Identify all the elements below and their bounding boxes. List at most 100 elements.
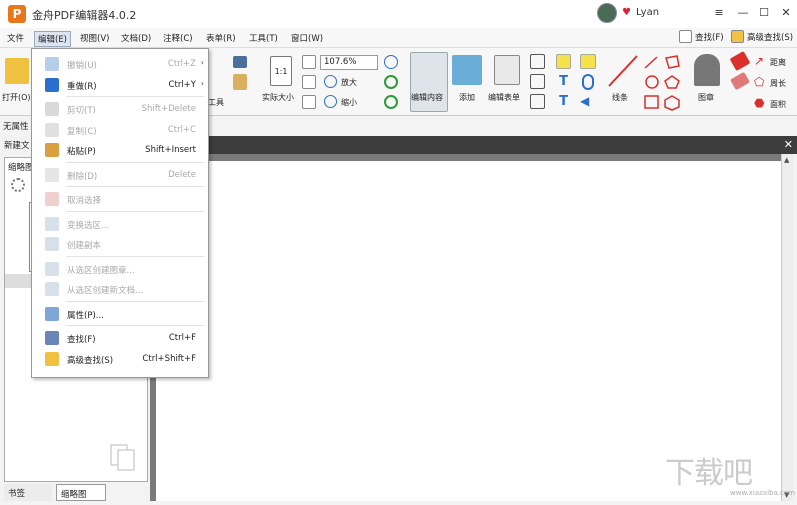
menu-item-shortcut: Ctrl+Z	[167, 59, 196, 69]
perimeter-icon[interactable]: ⬠	[754, 75, 768, 89]
menu-item-label: 创建副本	[67, 241, 102, 251]
area-label[interactable]: 面积	[770, 99, 786, 110]
gear-icon[interactable]	[11, 178, 25, 192]
text-box-icon[interactable]	[530, 74, 545, 89]
submenu-arrow-icon: ›	[200, 58, 204, 67]
zoom-in-label[interactable]: 放大	[341, 77, 357, 88]
callout-icon[interactable]	[530, 94, 545, 109]
camera-icon[interactable]	[233, 56, 247, 68]
open-button-label[interactable]: 打开(O)	[2, 92, 31, 103]
text-field-icon[interactable]	[530, 54, 545, 69]
menu-file[interactable]: 文件	[4, 31, 27, 45]
copy-icon	[45, 122, 59, 137]
menu-document[interactable]: 文档(D)	[118, 31, 154, 45]
zoom-out-label[interactable]: 缩小	[341, 97, 357, 108]
watermark-url: www.xiazaiba.com	[730, 489, 795, 497]
actual-size-label[interactable]: 实际大小	[262, 92, 294, 103]
underline-text-icon[interactable]: T	[556, 94, 571, 109]
add-label[interactable]: 添加	[459, 92, 475, 103]
edit-menu-item[interactable]: 属性(P)...	[32, 304, 208, 324]
edit-menu-item: 剪切(T) Shift+Delete	[32, 99, 208, 119]
distance-icon[interactable]: ↗	[754, 54, 768, 68]
tool-label[interactable]: 工具	[208, 97, 224, 108]
user-avatar[interactable]	[597, 3, 617, 23]
add-image-icon[interactable]	[452, 55, 482, 85]
zoom-out-icon[interactable]	[324, 95, 337, 108]
area-icon[interactable]: ⬣	[754, 96, 768, 110]
minimize-button[interactable]: —	[735, 5, 751, 21]
advanced-find-icon	[45, 351, 59, 366]
close-tab-icon[interactable]: ✕	[784, 138, 793, 151]
edit-menu-item[interactable]: 重做(R) Ctrl+Y ›	[32, 75, 208, 95]
edit-menu-item: 取消选择	[32, 189, 208, 209]
menu-edit[interactable]: 编辑(E)	[34, 31, 72, 47]
undo-icon	[45, 57, 59, 71]
edit-content-button[interactable]	[410, 52, 448, 112]
menu-comment[interactable]: 注释(C)	[160, 31, 196, 45]
rotate-left-icon[interactable]	[384, 75, 398, 89]
menu-item-label: 从选区创建图章...	[67, 265, 135, 276]
advanced-find-button[interactable]: 高级查找(S)	[731, 30, 793, 43]
shape-tools-left[interactable]	[643, 54, 661, 112]
menu-form[interactable]: 表单(R)	[203, 31, 239, 45]
edit-menu-item[interactable]: 粘贴(P) Shift+Insert	[32, 140, 208, 160]
edit-menu-item: 复制(C) Ctrl+C	[32, 120, 208, 140]
stamp-icon[interactable]	[694, 54, 720, 86]
user-name[interactable]: Lyan	[636, 7, 659, 18]
trash-icon	[45, 167, 59, 182]
sticky-note-icon[interactable]	[580, 54, 596, 69]
menu-item-shortcut: Ctrl+Shift+F	[142, 353, 196, 364]
redo-icon	[45, 77, 59, 92]
fit-width-icon[interactable]	[302, 55, 316, 69]
zoom-select[interactable]: 107.6%	[320, 55, 378, 70]
edit-menu-item[interactable]: 高级查找(S) Ctrl+Shift+F	[32, 349, 208, 369]
zoom-in-icon[interactable]	[324, 75, 337, 88]
maximize-button[interactable]: ☐	[756, 5, 772, 21]
fit-visible-icon[interactable]	[302, 95, 316, 109]
bookmarks-tab[interactable]: 书签	[4, 484, 52, 501]
highlight-text-icon[interactable]	[556, 54, 571, 69]
edit-form-label[interactable]: 编辑表单	[488, 92, 520, 103]
menu-item-shortcut: Ctrl+Y	[168, 79, 196, 90]
actual-size-icon[interactable]: 1:1	[270, 56, 292, 86]
magnify-icon[interactable]	[384, 55, 398, 69]
properties-icon	[45, 306, 59, 321]
attachment-icon[interactable]	[582, 74, 594, 90]
menu-bar: 文件 编辑(E) 视图(V) 文档(D) 注释(C) 表单(R) 工具(T) 窗…	[0, 28, 797, 48]
menu-view[interactable]: 视图(V)	[77, 31, 112, 45]
distance-label[interactable]: 距离	[770, 57, 786, 68]
menu-item-shortcut: Shift+Delete	[141, 104, 196, 114]
edit-menu-item: 删除(D) Delete	[32, 165, 208, 185]
menu-window[interactable]: 窗口(W)	[288, 31, 326, 45]
scroll-up-icon[interactable]: ▲	[784, 156, 789, 164]
strikeout-text-icon[interactable]: T	[556, 74, 571, 89]
line-label[interactable]: 线条	[612, 92, 628, 103]
submenu-arrow-icon: ›	[200, 78, 204, 88]
menu-separator	[66, 325, 204, 326]
menu-separator	[66, 161, 204, 163]
edit-form-icon[interactable]	[494, 55, 520, 85]
shape-tools-right[interactable]	[663, 54, 681, 112]
sound-icon[interactable]: ◀	[580, 94, 596, 109]
thumbnails-tab[interactable]: 缩略图	[56, 484, 106, 501]
edit-menu-item: 从选区创建图章...	[32, 259, 208, 279]
edit-menu-item[interactable]: 查找(F) Ctrl+F	[32, 328, 208, 348]
menu-icon[interactable]: ≡	[711, 5, 727, 21]
find-button[interactable]: 查找(F)	[679, 30, 724, 43]
menu-item-shortcut: Delete	[168, 169, 196, 180]
close-button[interactable]: ✕	[778, 5, 794, 21]
edit-content-label[interactable]: 编辑内容	[411, 92, 443, 103]
menu-tools[interactable]: 工具(T)	[246, 31, 281, 45]
advanced-find-label: 高级查找(S)	[747, 32, 794, 43]
fit-page-icon[interactable]	[302, 75, 316, 89]
folder-search-icon	[731, 30, 744, 43]
scissors-icon	[45, 102, 59, 116]
perimeter-label[interactable]: 周长	[770, 78, 786, 89]
menu-item-label: 取消选择	[67, 196, 102, 206]
vertical-scrollbar[interactable]: ▲ ▼	[781, 154, 793, 501]
rotate-right-icon[interactable]	[384, 95, 398, 109]
line-tool-icon[interactable]	[607, 54, 639, 88]
stamp-label[interactable]: 图章	[698, 92, 714, 103]
folder-open-icon[interactable]	[5, 58, 29, 84]
clipboard-icon[interactable]	[233, 74, 247, 90]
